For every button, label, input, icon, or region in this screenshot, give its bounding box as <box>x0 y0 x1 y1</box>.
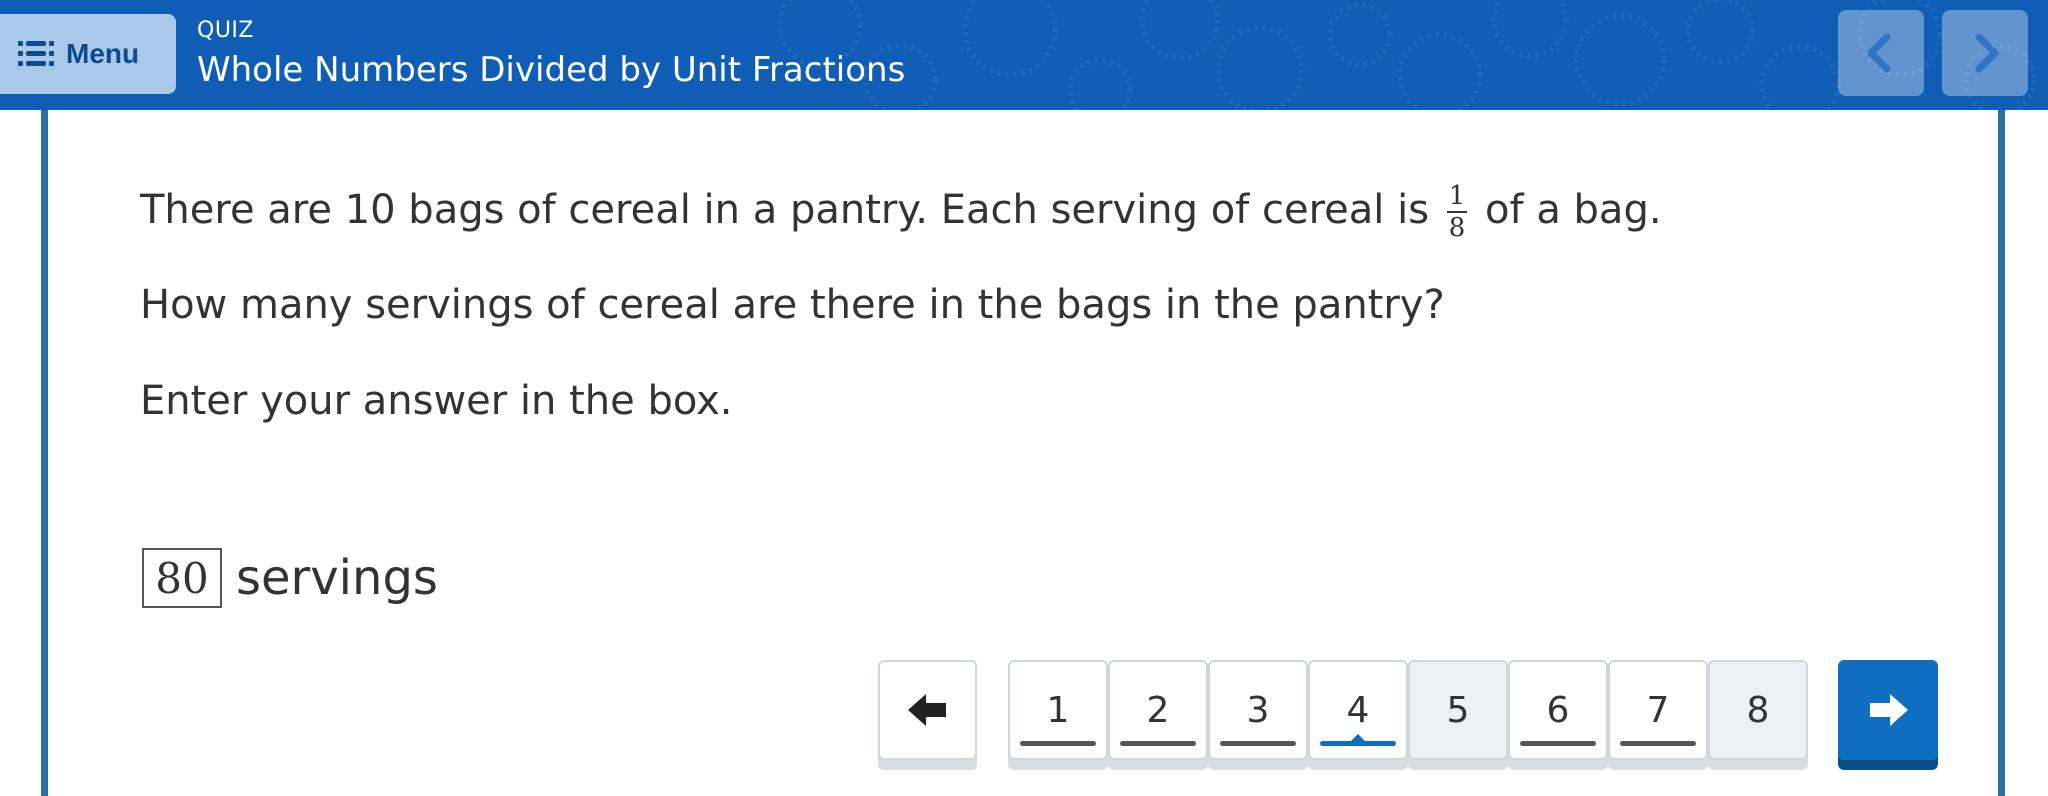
answer-row: 80 servings <box>142 548 438 608</box>
answer-unit-label: servings <box>236 550 438 606</box>
arrow-left-icon <box>907 694 946 726</box>
answered-indicator <box>1120 741 1196 746</box>
answered-indicator <box>1520 741 1596 746</box>
question-page-button[interactable]: 7 <box>1608 660 1708 760</box>
question-text-before-fraction: There are 10 bags of cereal in a pantry.… <box>140 187 1430 233</box>
answered-indicator <box>1620 741 1696 746</box>
page-number-label: 3 <box>1246 689 1270 731</box>
page-number-label: 2 <box>1146 689 1170 731</box>
question-pager: 1 2 3 4 5 6 7 8 <box>1008 660 1808 760</box>
caret-up-icon <box>1350 734 1366 742</box>
question-page-button[interactable]: 1 <box>1008 660 1108 760</box>
question-page-button[interactable]: 3 <box>1208 660 1308 760</box>
fraction-numerator: 1 <box>1448 181 1466 211</box>
page-number-label: 1 <box>1046 689 1070 731</box>
answer-input[interactable]: 80 <box>142 548 222 608</box>
question-page-button[interactable]: 5 <box>1408 660 1508 760</box>
header-next-button[interactable] <box>1942 10 2028 96</box>
page-number-label: 6 <box>1546 689 1570 731</box>
answered-indicator <box>1020 741 1096 746</box>
question-text-after-fraction: of a bag. <box>1485 187 1662 233</box>
header-previous-button[interactable] <box>1838 10 1924 96</box>
answered-indicator <box>1220 741 1296 746</box>
fraction-denominator: 8 <box>1448 213 1466 243</box>
content-frame-left-border <box>41 110 48 796</box>
question-instructions: Enter your answer in the box. <box>140 378 733 424</box>
page-number-label: 8 <box>1746 689 1770 731</box>
menu-button[interactable]: Menu <box>0 14 176 94</box>
content-frame-right-border <box>1998 110 2005 796</box>
page-number-label: 4 <box>1346 689 1370 731</box>
page-number-label: 5 <box>1446 689 1470 731</box>
arrow-right-icon <box>1870 694 1908 726</box>
question-page-button[interactable]: 8 <box>1708 660 1808 760</box>
page-title: Whole Numbers Divided by Unit Fractions <box>197 50 906 90</box>
question-page-button-current[interactable]: 4 <box>1308 660 1408 760</box>
menu-label: Menu <box>66 38 140 69</box>
previous-question-button[interactable] <box>878 660 977 760</box>
question-page-button[interactable]: 6 <box>1508 660 1608 760</box>
question-page-button[interactable]: 2 <box>1108 660 1208 760</box>
hamburger-icon <box>18 41 54 66</box>
page-number-label: 7 <box>1646 689 1670 731</box>
next-question-button[interactable] <box>1838 660 1938 760</box>
fraction: 1 8 <box>1447 181 1468 243</box>
question-text-line-1: There are 10 bags of cereal in a pantry.… <box>140 180 1662 243</box>
quiz-label: QUIZ <box>197 18 254 43</box>
header-bar: Menu QUIZ Whole Numbers Divided by Unit … <box>0 0 2048 110</box>
question-text-line-2: How many servings of cereal are there in… <box>140 282 1445 328</box>
chevron-left-icon <box>1867 33 1891 73</box>
chevron-right-icon <box>1975 33 1999 73</box>
